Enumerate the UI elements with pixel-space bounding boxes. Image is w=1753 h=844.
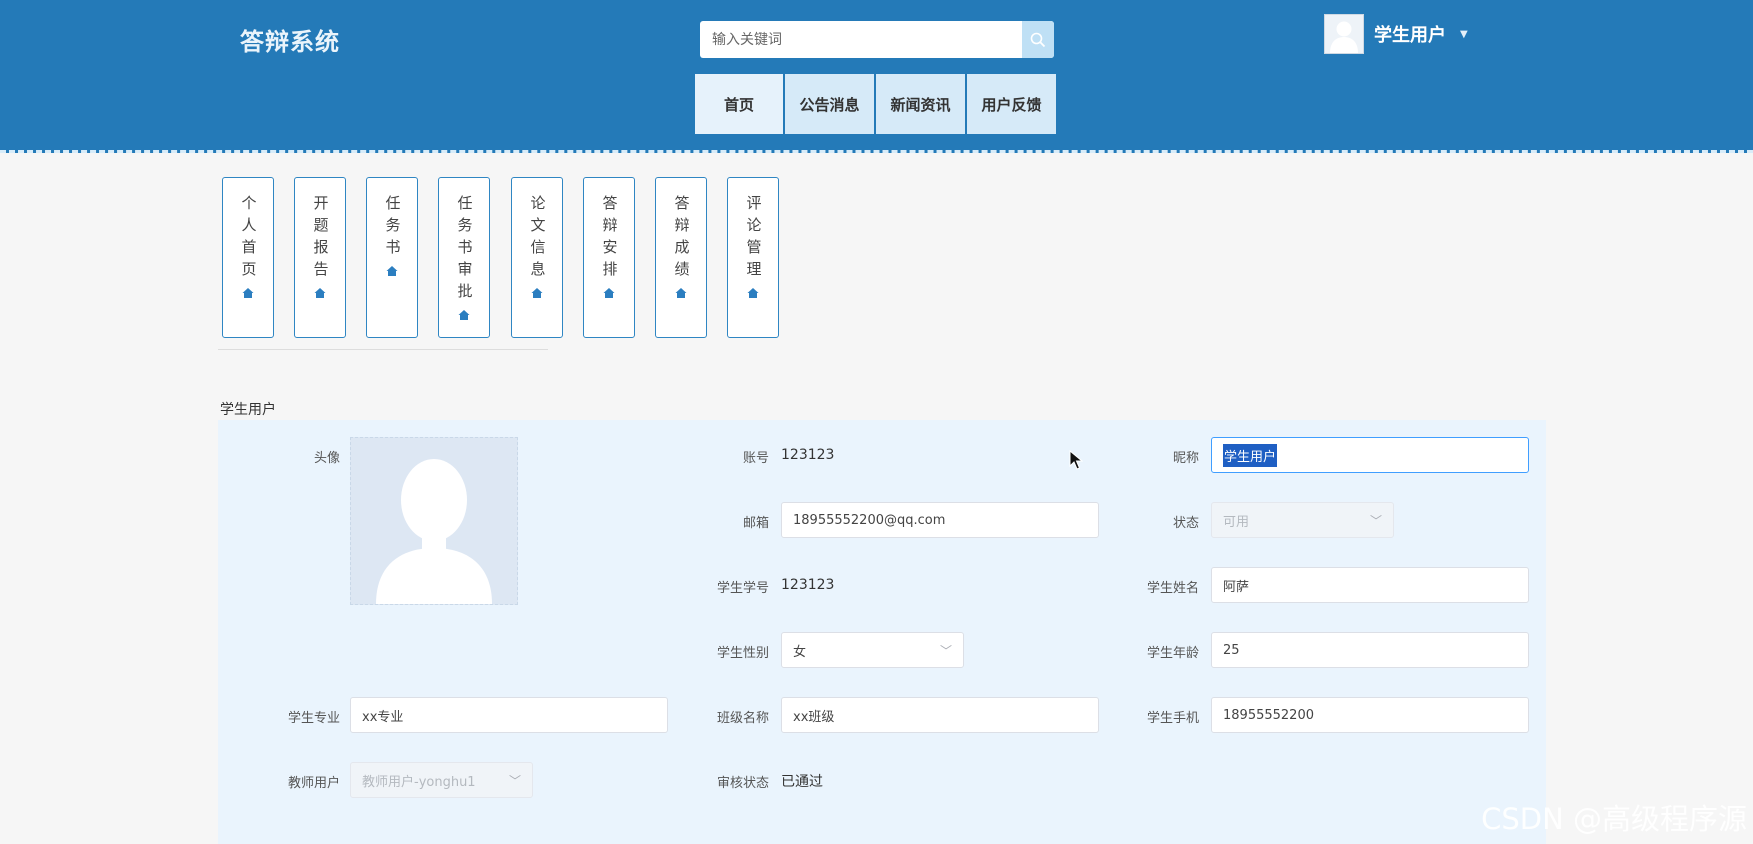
user-name: 学生用户 [1374,25,1446,46]
teacher-value: 教师用户-yonghu1 [362,774,476,790]
major-value: xx专业 [362,709,404,725]
menu-tile-label: 任务书审批 [455,195,474,305]
menu-tile-label: 评论管理 [744,195,763,283]
gender-label: 学生性别 [716,646,769,661]
menu-tile-label: 论文信息 [528,195,547,283]
menu-tile-label: 开题报告 [311,195,330,283]
student-no-label: 学生学号 [716,581,769,596]
section-title: 学生用户 [220,402,276,418]
nav-feedback[interactable]: 用户反馈 [967,74,1056,134]
chevron-down-icon: ﹀ [939,643,952,658]
phone-input[interactable]: 18955552200 [1211,697,1529,733]
home-icon [314,288,326,298]
menu-tile-task-book-approval[interactable]: 任务书审批 [438,177,490,338]
chevron-down-icon: ﹀ [1369,513,1382,528]
menu-tile-personal-home[interactable]: 个人首页 [222,177,274,338]
teacher-select: 教师用户-yonghu1 ﹀ [350,762,533,798]
status-value: 可用 [1223,514,1250,530]
menu-tile-label: 任务书 [383,195,402,261]
menu-tile-task-book[interactable]: 任务书 [366,177,418,338]
home-icon [675,288,687,298]
student-name-value: 阿萨 [1223,579,1250,595]
email-value: 18955552200@qq.com [793,512,946,528]
app-logo: 答辩系统 [240,28,340,56]
menu-tile-comment-management[interactable]: 评论管理 [727,177,779,338]
class-input[interactable]: xx班级 [781,697,1099,733]
email-input[interactable]: 18955552200@qq.com [781,502,1099,538]
menu-tile-label: 答辩成绩 [672,195,691,283]
menu-tile-label: 答辩安排 [600,195,619,283]
phone-label: 学生手机 [1146,711,1199,726]
menu-tile-label: 个人首页 [239,195,258,283]
caret-down-icon: ▼ [1460,28,1468,40]
status-label: 状态 [1172,516,1199,531]
review-status-label: 审核状态 [716,776,769,791]
home-icon [458,310,470,320]
main-nav: 首页 公告消息 新闻资讯 用户反馈 [695,74,1056,134]
class-value: xx班级 [793,709,835,725]
review-status-value: 已通过 [781,774,823,790]
menu-tile-proposal-report[interactable]: 开题报告 [294,177,346,338]
home-icon [386,266,398,276]
status-select: 可用 ﹀ [1211,502,1394,538]
student-no-value: 123123 [781,577,835,593]
avatar-upload[interactable] [350,437,518,605]
menu-tile-defense-score[interactable]: 答辩成绩 [655,177,707,338]
student-name-input[interactable]: 阿萨 [1211,567,1529,603]
menu-tile-defense-schedule[interactable]: 答辩安排 [583,177,635,338]
search-bar [700,21,1054,58]
home-icon [242,288,254,298]
nav-home[interactable]: 首页 [695,74,783,134]
avatar-label: 头像 [313,451,340,466]
chevron-down-icon: ﹀ [508,773,521,788]
search-button[interactable] [1022,21,1054,58]
account-label: 账号 [742,451,769,466]
top-header: 答辩系统 首页 公告消息 新闻资讯 用户反馈 学生用户 ▼ [0,0,1753,153]
user-avatar-icon [1324,14,1364,54]
menu-tile-thesis-info[interactable]: 论文信息 [511,177,563,338]
nav-announcements[interactable]: 公告消息 [785,74,874,134]
nav-news[interactable]: 新闻资讯 [876,74,965,134]
user-menu[interactable]: 学生用户 ▼ [1324,14,1468,54]
age-value: 25 [1223,642,1240,658]
nickname-value: 学生用户 [1223,443,1278,467]
major-input[interactable]: xx专业 [350,697,668,733]
account-value: 123123 [781,447,835,463]
home-icon [603,288,615,298]
class-label: 班级名称 [716,711,769,726]
major-label: 学生专业 [287,711,340,726]
teacher-label: 教师用户 [287,776,340,791]
age-label: 学生年龄 [1146,646,1199,661]
nickname-input[interactable]: 学生用户 [1211,437,1529,473]
nickname-label: 昵称 [1172,451,1199,466]
gender-value: 女 [793,644,807,660]
watermark: CSDN @高级程序源 [1481,802,1747,836]
gender-select[interactable]: 女 ﹀ [781,632,964,668]
email-label: 邮箱 [742,516,769,531]
search-input[interactable] [700,21,1010,58]
menu-divider [218,349,548,350]
home-icon [747,288,759,298]
user-avatar-placeholder-icon [376,459,492,604]
age-input[interactable]: 25 [1211,632,1529,668]
student-name-label: 学生姓名 [1146,581,1199,596]
phone-value: 18955552200 [1223,707,1314,723]
mouse-cursor-icon [1069,450,1083,470]
search-icon [1030,32,1046,47]
home-icon [531,288,543,298]
